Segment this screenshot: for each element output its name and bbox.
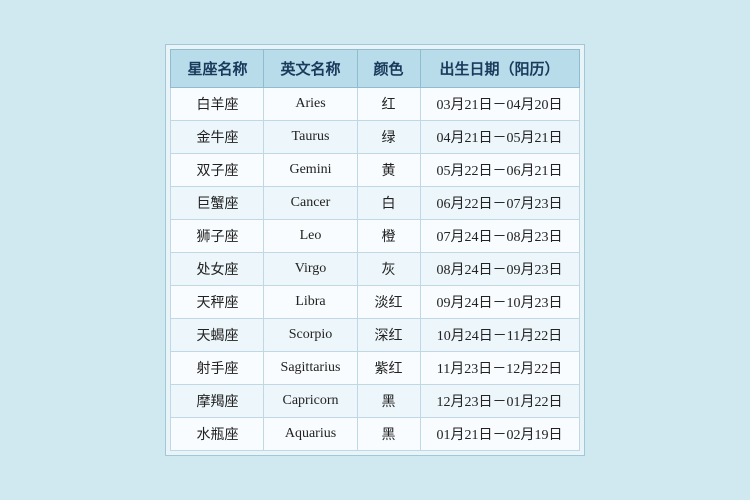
cell-color: 黑 <box>357 385 420 418</box>
cell-dates: 12月23日－01月22日 <box>420 385 579 418</box>
cell-color: 红 <box>357 88 420 121</box>
cell-dates: 05月22日－06月21日 <box>420 154 579 187</box>
table-row: 水瓶座Aquarius黑01月21日－02月19日 <box>171 418 579 451</box>
cell-dates: 06月22日－07月23日 <box>420 187 579 220</box>
cell-color: 深红 <box>357 319 420 352</box>
header-english-name: 英文名称 <box>264 50 357 88</box>
zodiac-table-container: 星座名称 英文名称 颜色 出生日期（阳历） 白羊座Aries红03月21日－04… <box>165 44 584 456</box>
cell-chinese-name: 天秤座 <box>171 286 264 319</box>
cell-color: 橙 <box>357 220 420 253</box>
cell-color: 紫红 <box>357 352 420 385</box>
cell-english-name: Scorpio <box>264 319 357 352</box>
cell-chinese-name: 处女座 <box>171 253 264 286</box>
cell-dates: 07月24日－08月23日 <box>420 220 579 253</box>
cell-english-name: Aries <box>264 88 357 121</box>
cell-chinese-name: 金牛座 <box>171 121 264 154</box>
cell-english-name: Cancer <box>264 187 357 220</box>
cell-dates: 01月21日－02月19日 <box>420 418 579 451</box>
cell-english-name: Virgo <box>264 253 357 286</box>
cell-color: 黄 <box>357 154 420 187</box>
table-row: 摩羯座Capricorn黑12月23日－01月22日 <box>171 385 579 418</box>
cell-dates: 08月24日－09月23日 <box>420 253 579 286</box>
cell-color: 白 <box>357 187 420 220</box>
zodiac-table: 星座名称 英文名称 颜色 出生日期（阳历） 白羊座Aries红03月21日－04… <box>170 49 579 451</box>
cell-english-name: Sagittarius <box>264 352 357 385</box>
table-header-row: 星座名称 英文名称 颜色 出生日期（阳历） <box>171 50 579 88</box>
cell-color: 绿 <box>357 121 420 154</box>
cell-chinese-name: 巨蟹座 <box>171 187 264 220</box>
cell-dates: 04月21日－05月21日 <box>420 121 579 154</box>
table-row: 射手座Sagittarius紫红11月23日－12月22日 <box>171 352 579 385</box>
cell-dates: 03月21日－04月20日 <box>420 88 579 121</box>
cell-chinese-name: 射手座 <box>171 352 264 385</box>
table-row: 天秤座Libra淡红09月24日－10月23日 <box>171 286 579 319</box>
cell-dates: 11月23日－12月22日 <box>420 352 579 385</box>
cell-english-name: Taurus <box>264 121 357 154</box>
cell-english-name: Libra <box>264 286 357 319</box>
table-row: 双子座Gemini黄05月22日－06月21日 <box>171 154 579 187</box>
cell-english-name: Aquarius <box>264 418 357 451</box>
cell-chinese-name: 白羊座 <box>171 88 264 121</box>
table-row: 天蝎座Scorpio深红10月24日－11月22日 <box>171 319 579 352</box>
table-row: 狮子座Leo橙07月24日－08月23日 <box>171 220 579 253</box>
cell-dates: 09月24日－10月23日 <box>420 286 579 319</box>
cell-english-name: Gemini <box>264 154 357 187</box>
table-row: 金牛座Taurus绿04月21日－05月21日 <box>171 121 579 154</box>
header-color: 颜色 <box>357 50 420 88</box>
table-row: 处女座Virgo灰08月24日－09月23日 <box>171 253 579 286</box>
cell-chinese-name: 水瓶座 <box>171 418 264 451</box>
cell-chinese-name: 摩羯座 <box>171 385 264 418</box>
table-row: 巨蟹座Cancer白06月22日－07月23日 <box>171 187 579 220</box>
cell-chinese-name: 狮子座 <box>171 220 264 253</box>
cell-english-name: Capricorn <box>264 385 357 418</box>
cell-color: 黑 <box>357 418 420 451</box>
header-dates: 出生日期（阳历） <box>420 50 579 88</box>
table-body: 白羊座Aries红03月21日－04月20日金牛座Taurus绿04月21日－0… <box>171 88 579 451</box>
header-chinese-name: 星座名称 <box>171 50 264 88</box>
cell-color: 淡红 <box>357 286 420 319</box>
cell-color: 灰 <box>357 253 420 286</box>
cell-dates: 10月24日－11月22日 <box>420 319 579 352</box>
table-row: 白羊座Aries红03月21日－04月20日 <box>171 88 579 121</box>
cell-english-name: Leo <box>264 220 357 253</box>
cell-chinese-name: 双子座 <box>171 154 264 187</box>
cell-chinese-name: 天蝎座 <box>171 319 264 352</box>
